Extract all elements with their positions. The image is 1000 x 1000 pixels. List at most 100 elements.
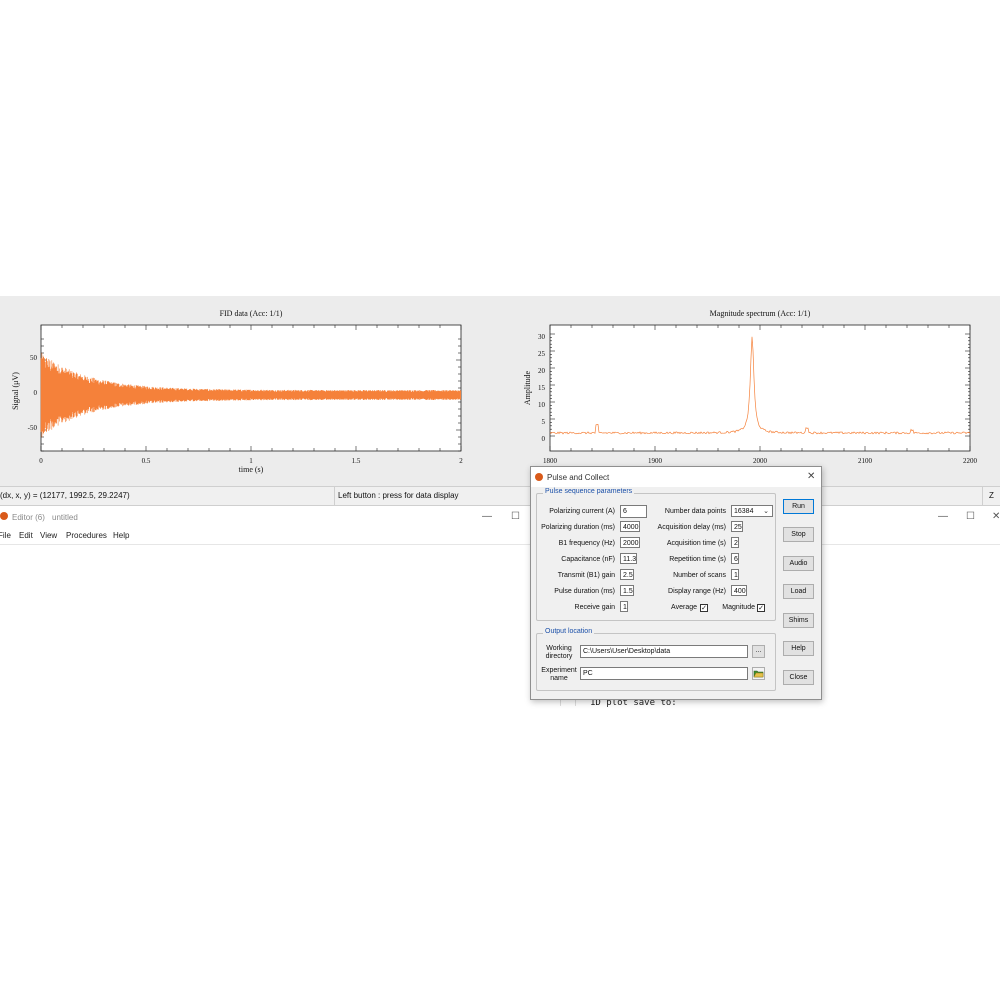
capacitance-input[interactable]: 11.3 xyxy=(620,553,638,564)
editor-title-file: untitled xyxy=(52,513,78,522)
receive-gain-label: Receive gain xyxy=(574,604,615,611)
fid-xtick-3: 1.5 xyxy=(352,457,361,465)
editor-titlebar: Editor (6) untitled — ☐ — ☐ ✕ xyxy=(0,506,1000,528)
spectrum-xtick-2100: 2100 xyxy=(858,457,873,465)
fid-ytick-0: 0 xyxy=(34,389,38,397)
menu-procedures[interactable]: Procedures xyxy=(66,531,107,540)
app-logo-icon xyxy=(0,512,8,520)
b1-frequency-input[interactable]: 2000 xyxy=(620,537,640,548)
audio-button[interactable]: Audio xyxy=(783,556,814,571)
acquisition-time-label: Acquisition time (s) xyxy=(666,540,726,547)
number-of-scans-label: Number of scans xyxy=(673,572,726,579)
acquisition-delay-label: Acquisition delay (ms) xyxy=(657,524,726,531)
receive-gain-input[interactable]: 1 xyxy=(620,601,628,612)
plots-canvas: FID data (Acc: 1/1) Signal (μV) 0 0.5 1 … xyxy=(11,309,978,474)
experiment-name-input[interactable]: PC xyxy=(580,667,748,680)
pulse-duration-input[interactable]: 1.5 xyxy=(620,585,634,596)
status-hint: Left button : press for data display xyxy=(338,491,459,500)
spectrum-ytick-20: 20 xyxy=(538,367,546,375)
menu-help[interactable]: Help xyxy=(113,531,129,540)
shims-button[interactable]: Shims xyxy=(783,613,814,628)
menu-file[interactable]: File xyxy=(0,531,11,540)
number-data-points-select[interactable]: 16384 ⌄ xyxy=(731,505,773,517)
acquisition-time-input[interactable]: 2 xyxy=(731,537,739,548)
repetition-time-label: Repetition time (s) xyxy=(669,556,726,563)
run-button[interactable]: Run xyxy=(783,499,814,514)
status-divider xyxy=(982,487,983,505)
transmit-gain-input[interactable]: 2.5 xyxy=(620,569,634,580)
maximize-icon[interactable]: ☐ xyxy=(511,511,520,522)
magnitude-checkbox[interactable]: ✓ xyxy=(757,604,765,612)
polarizing-duration-label: Polarizing duration (ms) xyxy=(541,524,615,531)
close-icon[interactable]: ✕ xyxy=(807,471,815,482)
fid-xaxis-label: time (s) xyxy=(239,465,264,474)
spectrum-ytick-0: 0 xyxy=(542,435,546,443)
number-data-points-label: Number data points xyxy=(664,508,726,515)
fid-yaxis-label: Signal (μV) xyxy=(11,372,20,410)
fid-xtick-2: 1 xyxy=(249,457,253,465)
stop-button[interactable]: Stop xyxy=(783,527,814,542)
spectrum-xtick-1900: 1900 xyxy=(648,457,663,465)
repetition-time-input[interactable]: 6 xyxy=(731,553,739,564)
output-location-group-label: Output location xyxy=(543,628,595,635)
working-directory-label: Working directory xyxy=(545,645,573,660)
pulse-sequence-group-label: Pulse sequence parameters xyxy=(543,488,635,495)
capacitance-label: Capacitance (nF) xyxy=(561,556,615,563)
help-button[interactable]: Help xyxy=(783,641,814,656)
fid-ytick-50: 50 xyxy=(30,354,38,362)
minimize-icon[interactable]: — xyxy=(482,511,492,522)
plot-window: FID data (Acc: 1/1) Signal (μV) 0 0.5 1 … xyxy=(0,296,1000,504)
number-data-points-value: 16384 xyxy=(734,508,754,515)
editor-title-app: Editor (6) xyxy=(12,513,45,522)
spectrum-ytick-30: 30 xyxy=(538,333,546,341)
spectrum-xtick-1800: 1800 xyxy=(543,457,558,465)
close-button[interactable]: Close xyxy=(783,670,814,685)
folder-icon xyxy=(753,670,764,678)
b1-frequency-label: B1 frequency (Hz) xyxy=(558,540,615,547)
fid-xtick-1: 0.5 xyxy=(142,457,151,465)
average-checkbox[interactable]: ✓ xyxy=(700,604,708,612)
dialog-title: Pulse and Collect xyxy=(547,473,610,482)
status-coordinates: (dx, x, y) = (12177, 1992.5, 29.2247) xyxy=(0,491,130,500)
spectrum-ytick-15: 15 xyxy=(538,384,546,392)
open-folder-button[interactable] xyxy=(752,667,765,680)
close-icon[interactable]: ✕ xyxy=(992,511,1000,522)
fid-xtick-4: 2 xyxy=(459,457,463,465)
fid-plot-title: FID data (Acc: 1/1) xyxy=(220,309,283,318)
transmit-gain-label: Transmit (B1) gain xyxy=(557,572,615,579)
status-divider xyxy=(334,487,335,505)
menu-view[interactable]: View xyxy=(40,531,57,540)
polarizing-duration-input[interactable]: 4000 xyxy=(620,521,640,532)
working-directory-input[interactable]: C:\Users\User\Desktop\data xyxy=(580,645,748,658)
status-zoom-indicator: Z xyxy=(989,491,994,500)
fid-xtick-0: 0 xyxy=(39,457,43,465)
browse-directory-button[interactable]: ... xyxy=(752,645,765,658)
number-of-scans-input[interactable]: 1 xyxy=(731,569,739,580)
spectrum-ytick-10: 10 xyxy=(538,401,546,409)
experiment-name-label: Experiment name xyxy=(541,667,577,682)
display-range-label: Display range (Hz) xyxy=(668,588,726,595)
fid-ytick-neg50: -50 xyxy=(28,424,38,432)
maximize-icon[interactable]: ☐ xyxy=(966,511,975,522)
pulse-duration-label: Pulse duration (ms) xyxy=(554,588,615,595)
spectrum-xtick-2000: 2000 xyxy=(753,457,768,465)
plot-statusbar: (dx, x, y) = (12177, 1992.5, 29.2247) Le… xyxy=(0,486,1000,506)
average-label: Average xyxy=(671,604,697,611)
pulse-and-collect-dialog: Pulse and Collect ✕ Pulse sequence param… xyxy=(530,466,822,700)
spectrum-ytick-5: 5 xyxy=(542,418,546,426)
editor-window: Editor (6) untitled — ☐ — ☐ ✕ File Edit … xyxy=(0,506,1000,1000)
app-logo-icon xyxy=(535,473,543,481)
menubar-divider xyxy=(0,544,1000,545)
polarizing-current-label: Polarizing current (A) xyxy=(549,508,615,515)
display-range-input[interactable]: 400 xyxy=(731,585,747,596)
spectrum-ytick-25: 25 xyxy=(538,350,546,358)
acquisition-delay-input[interactable]: 25 xyxy=(731,521,743,532)
minimize-icon[interactable]: — xyxy=(938,511,948,522)
load-button[interactable]: Load xyxy=(783,584,814,599)
spectrum-yaxis-label: Amplitude xyxy=(523,370,532,405)
spectrum-xtick-2200: 2200 xyxy=(963,457,978,465)
chevron-down-icon: ⌄ xyxy=(763,508,769,515)
menu-edit[interactable]: Edit xyxy=(19,531,33,540)
polarizing-current-input[interactable]: 6 xyxy=(620,505,647,518)
editor-menubar: File Edit View Procedures Help xyxy=(0,528,1000,544)
